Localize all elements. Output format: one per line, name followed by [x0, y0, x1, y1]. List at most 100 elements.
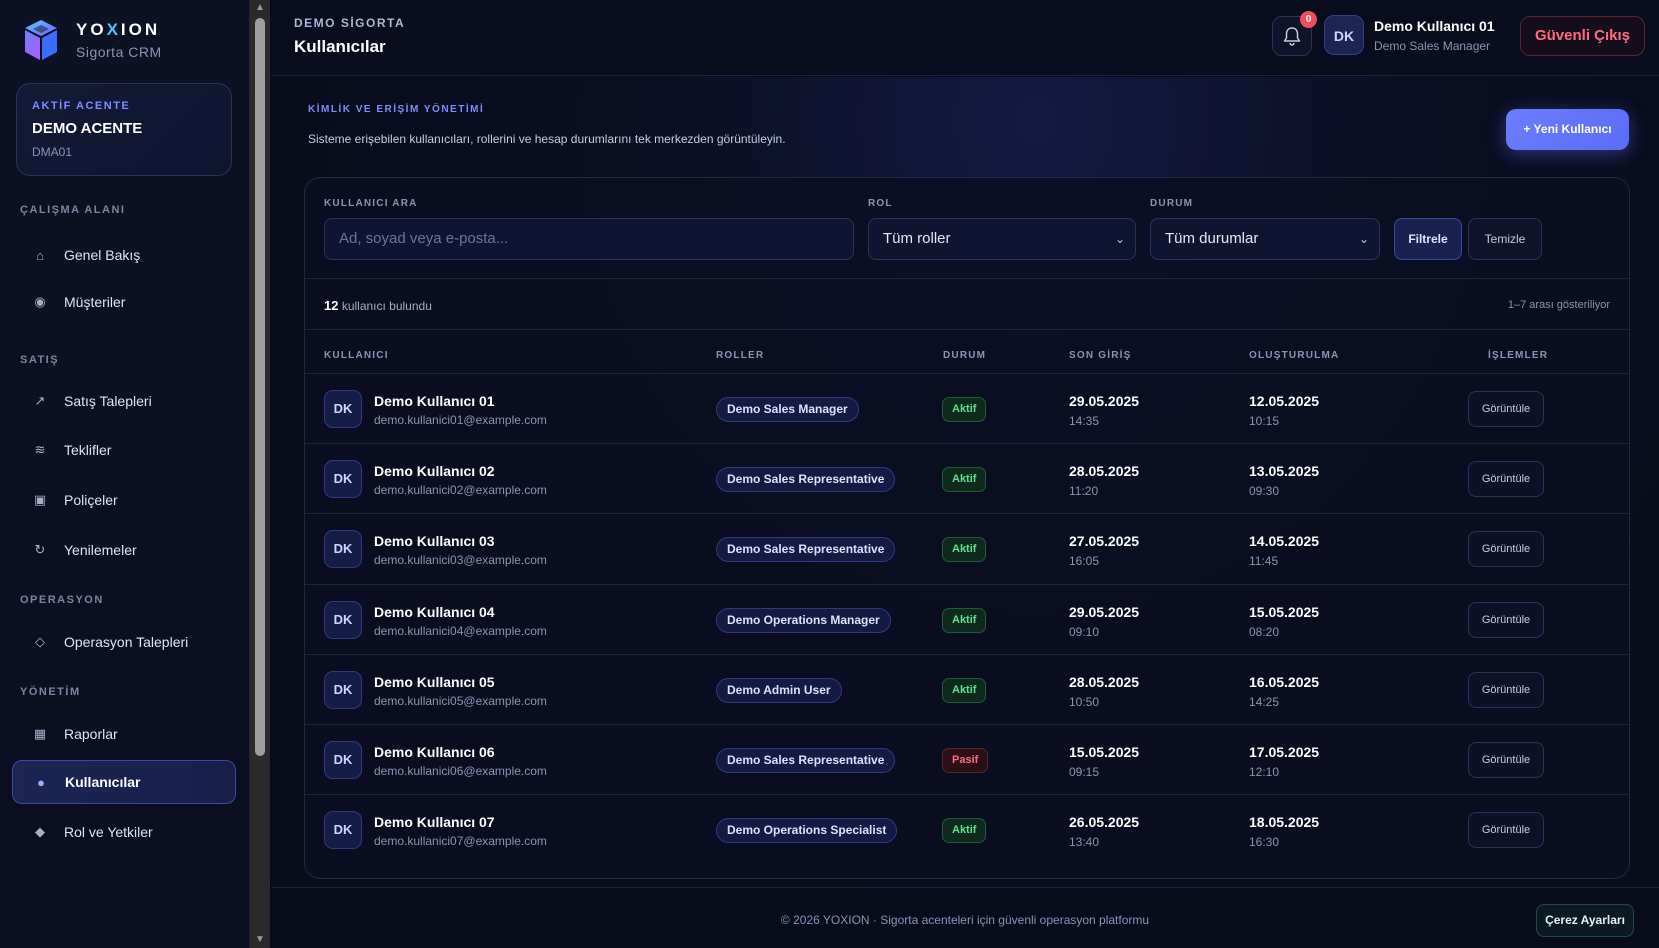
- last-login-time: 13:40: [1069, 835, 1100, 850]
- user-name[interactable]: Demo Kullanıcı 02: [374, 463, 495, 479]
- table-row[interactable]: DK Demo Kullanıcı 01 demo.kullanici01@exam…: [305, 373, 1629, 443]
- status-badge: Aktif: [942, 537, 987, 563]
- brand-logo-icon: [25, 20, 57, 60]
- user-email: demo.kullanici03@example.com: [374, 553, 547, 568]
- last-login-time: 10:50: [1069, 694, 1100, 709]
- view-button[interactable]: Görüntüle: [1468, 461, 1544, 498]
- sidebar-item-reports[interactable]: ▦ Raporlar: [12, 712, 236, 756]
- last-login-time: 09:15: [1069, 765, 1100, 779]
- table-row[interactable]: DK Demo Kullanıcı 02 demo.kullanici02@exam…: [305, 443, 1629, 513]
- top-header: DEMO SİGORTA Kullanıcılar 0 DK Demo Kull…: [271, 0, 1659, 76]
- logout-button[interactable]: Güvenli Çıkış: [1520, 16, 1645, 56]
- brand-name: YOXION: [76, 20, 161, 39]
- user-name[interactable]: Demo Kullanıcı 04: [374, 604, 495, 620]
- divider: [305, 278, 1629, 279]
- sidebar-item-overview[interactable]: ⌂ Genel Bakış: [12, 233, 236, 277]
- sidebar-item-renewals[interactable]: ↻ Yenilemeler: [12, 528, 236, 572]
- user-name[interactable]: Demo Kullanıcı 03: [374, 533, 495, 549]
- agency-name: DEMO ACENTE: [32, 120, 143, 137]
- organization-label: DEMO SİGORTA: [294, 16, 406, 30]
- sidebar-item-operation-requests[interactable]: ◇ Operasyon Talepleri: [12, 620, 236, 664]
- home-icon: ⌂: [36, 247, 44, 263]
- role-badge: Demo Operations Specialist: [716, 818, 898, 844]
- last-login-time: 14:35: [1069, 414, 1100, 428]
- role-label: ROL: [868, 198, 893, 209]
- user-email: demo.kullanici07@example.com: [374, 834, 547, 849]
- chevron-down-icon: ⌄: [1114, 232, 1125, 246]
- sidebar-item-offers[interactable]: ≋ Teklifler: [12, 428, 236, 472]
- nav-section-operations: OPERASYON: [20, 594, 104, 606]
- user-name[interactable]: Demo Kullanıcı 01: [374, 393, 495, 409]
- user-avatar: DK: [324, 600, 362, 639]
- view-button[interactable]: Görüntüle: [1468, 742, 1544, 778]
- status-badge: Aktif: [942, 397, 987, 422]
- footer-divider: [271, 887, 1659, 888]
- sidebar-item-customers[interactable]: ◉ Müşteriler: [12, 280, 236, 324]
- view-button[interactable]: Görüntüle: [1468, 601, 1544, 638]
- divider: [305, 329, 1629, 330]
- reports-icon: ▦: [33, 726, 47, 741]
- active-agency-card[interactable]: AKTİF ACENTE DEMO ACENTE DMA01: [16, 83, 232, 176]
- clear-button[interactable]: Temizle: [1468, 218, 1542, 260]
- created-time: 12:10: [1249, 765, 1280, 779]
- table-row[interactable]: DK Demo Kullanıcı 05 demo.kullanici05@exam…: [305, 653, 1629, 724]
- agency-label: AKTİF ACENTE: [32, 100, 131, 112]
- search-input[interactable]: Ad, soyad veya e-posta...: [324, 218, 854, 260]
- created-date: 17.05.2025: [1249, 744, 1320, 760]
- user-name[interactable]: Demo Kullanıcı 05: [374, 674, 495, 690]
- table-row[interactable]: DK Demo Kullanıcı 04 demo.kullanici04@exam…: [305, 583, 1629, 654]
- user-avatar[interactable]: DK: [1324, 15, 1364, 55]
- user-avatar: DK: [324, 741, 362, 779]
- view-button[interactable]: Görüntüle: [1468, 391, 1544, 427]
- sidebar-item-users[interactable]: ● Kullanıcılar: [12, 760, 236, 804]
- status-select[interactable]: Tüm durumlar ⌄: [1150, 218, 1380, 260]
- cookie-settings-button[interactable]: Çerez Ayarları: [1536, 904, 1634, 937]
- scroll-up-icon[interactable]: ▲: [250, 0, 270, 16]
- view-button[interactable]: Görüntüle: [1468, 812, 1544, 849]
- filter-button[interactable]: Filtrele: [1394, 218, 1462, 260]
- section-eyebrow: KİMLİK VE ERİŞİM YÖNETİMİ: [308, 104, 485, 115]
- agency-code: DMA01: [32, 145, 73, 159]
- search-label: KULLANICI ARA: [324, 198, 418, 209]
- current-user-name[interactable]: Demo Kullanıcı 01: [1374, 18, 1495, 34]
- user-avatar: DK: [324, 670, 362, 709]
- created-date: 18.05.2025: [1249, 814, 1320, 831]
- sidebar-item-label: Raporlar: [64, 726, 118, 742]
- created-date: 15.05.2025: [1249, 603, 1320, 620]
- bell-icon: [1283, 27, 1301, 46]
- brand[interactable]: YOXION Sigorta CRM: [24, 18, 162, 62]
- new-user-button[interactable]: + Yeni Kullanıcı: [1506, 109, 1629, 150]
- column-header-last-login: SON GİRİŞ: [1069, 350, 1132, 361]
- sidebar-item-policies[interactable]: ▣ Poliçeler: [12, 478, 236, 522]
- table-row[interactable]: DK Demo Kullanıcı 07 demo.kullanici07@exam…: [305, 794, 1629, 864]
- user-avatar: DK: [324, 811, 362, 850]
- role-select[interactable]: Tüm roller ⌄: [868, 218, 1136, 260]
- sidebar-item-sales-requests[interactable]: ↗ Satış Talepleri: [12, 379, 236, 423]
- user-email: demo.kullanici05@example.com: [374, 693, 547, 708]
- last-login-date: 27.05.2025: [1069, 533, 1140, 550]
- user-name[interactable]: Demo Kullanıcı 07: [374, 814, 495, 830]
- view-button[interactable]: Görüntüle: [1468, 671, 1544, 708]
- sidebar-item-label: Genel Bakış: [64, 247, 141, 263]
- role-select-value: Tüm roller: [883, 230, 951, 247]
- user-email: demo.kullanici02@example.com: [374, 483, 547, 498]
- brand-subtitle: Sigorta CRM: [76, 44, 162, 60]
- table-row[interactable]: DK Demo Kullanıcı 03 demo.kullanici03@exam…: [305, 513, 1629, 583]
- created-time: 14:25: [1249, 694, 1280, 709]
- column-header-created: OLUŞTURULMA: [1249, 350, 1340, 361]
- scrollbar-thumb[interactable]: [255, 18, 265, 756]
- user-name[interactable]: Demo Kullanıcı 06: [374, 744, 495, 760]
- refresh-icon: ↻: [34, 542, 46, 557]
- user-icon: ●: [37, 774, 45, 790]
- policy-icon: ▣: [33, 492, 47, 507]
- created-date: 12.05.2025: [1249, 393, 1320, 409]
- scroll-down-icon[interactable]: ▼: [250, 932, 270, 948]
- result-range: 1–7 arası gösteriliyor: [1507, 299, 1610, 311]
- sidebar-item-roles[interactable]: ◆ Rol ve Yetkiler: [12, 810, 236, 854]
- role-badge: Demo Admin User: [716, 677, 842, 703]
- table-row[interactable]: DK Demo Kullanıcı 06 demo.kullanici06@exam…: [305, 724, 1629, 794]
- users-panel: KULLANICI ARA Ad, soyad veya e-posta... …: [304, 177, 1630, 879]
- view-button[interactable]: Görüntüle: [1468, 531, 1544, 568]
- sidebar-scrollbar[interactable]: ▲ ▼: [250, 0, 270, 948]
- main-content: KİMLİK VE ERİŞİM YÖNETİMİ Sisteme erişeb…: [271, 77, 1659, 948]
